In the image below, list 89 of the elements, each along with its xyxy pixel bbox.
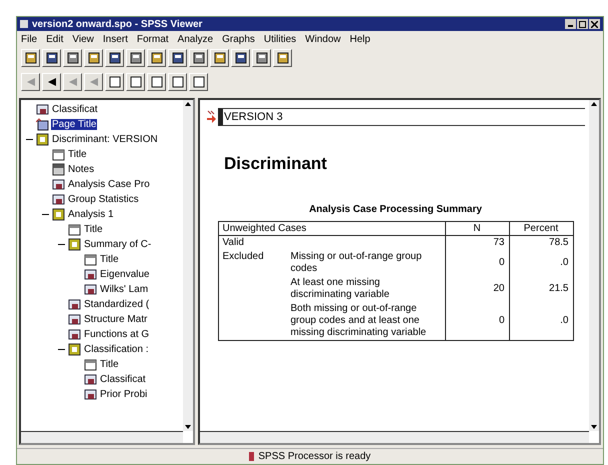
outline-item[interactable]: Wilks' Lam bbox=[99, 284, 150, 295]
row-header: Excluded bbox=[222, 251, 264, 262]
outline-item[interactable]: Prior Probi bbox=[99, 389, 148, 400]
menu-item[interactable]: View bbox=[72, 34, 94, 44]
table-cell: 73 bbox=[493, 237, 504, 248]
status-icon bbox=[249, 452, 254, 461]
table-icon bbox=[84, 283, 97, 296]
vertical-scrollbar[interactable] bbox=[589, 100, 599, 431]
scroll-up-icon[interactable] bbox=[590, 100, 598, 108]
table-icon bbox=[52, 178, 65, 191]
row-label: Both missing or out-of-range group codes and at least one missing discriminating variable bbox=[290, 303, 426, 338]
menu-item[interactable]: Graphs bbox=[222, 34, 255, 44]
table-icon bbox=[68, 313, 81, 326]
app-icon bbox=[20, 20, 28, 28]
menu-item[interactable]: Analyze bbox=[178, 34, 214, 44]
menu-item[interactable]: Insert bbox=[102, 34, 128, 44]
outline-item[interactable]: Title bbox=[99, 254, 120, 265]
menu-item[interactable]: Format bbox=[136, 34, 169, 44]
outline-item[interactable]: Classificat bbox=[51, 104, 99, 115]
table-icon bbox=[68, 298, 81, 311]
outline-item[interactable]: Summary of C- bbox=[83, 239, 152, 250]
arrow-icon bbox=[206, 110, 216, 124]
outline-item[interactable]: Functions at G bbox=[83, 329, 150, 340]
horizontal-scrollbar[interactable] bbox=[200, 431, 589, 443]
title-icon bbox=[52, 148, 65, 161]
outline-item[interactable]: Eigenvalue bbox=[99, 269, 150, 280]
horizontal-scrollbar[interactable] bbox=[21, 431, 183, 443]
menu-item[interactable]: Window bbox=[305, 34, 341, 44]
menu-item[interactable]: Help bbox=[350, 34, 370, 44]
outline-item[interactable]: Classificat bbox=[99, 374, 147, 385]
maximize-button[interactable] bbox=[577, 19, 588, 29]
table-cell: 0 bbox=[498, 315, 504, 326]
outline-item[interactable]: Page Title bbox=[51, 119, 98, 130]
column-header: N bbox=[445, 222, 509, 236]
outline-item[interactable]: Discriminant: VERSION bbox=[51, 134, 159, 145]
table-icon bbox=[84, 373, 97, 386]
row-label: Missing or out-of-range group codes bbox=[290, 251, 422, 274]
outline-item[interactable]: Title bbox=[83, 224, 104, 235]
status-text: SPSS Processor is ready bbox=[258, 451, 371, 462]
pivot-table[interactable] bbox=[218, 221, 574, 341]
table-icon bbox=[84, 268, 97, 281]
outline-item[interactable]: Structure Matr bbox=[83, 314, 148, 325]
row-header: Valid bbox=[222, 237, 244, 248]
page-icon bbox=[36, 118, 49, 131]
close-icon bbox=[591, 20, 598, 28]
notes-icon bbox=[52, 163, 65, 176]
maximize-icon bbox=[579, 20, 586, 28]
outline-item[interactable]: Classification : bbox=[83, 344, 150, 355]
table-cell: 78.5 bbox=[549, 237, 568, 248]
table-icon bbox=[36, 103, 49, 116]
book-icon bbox=[68, 238, 81, 251]
outline-item[interactable]: Notes bbox=[67, 164, 96, 175]
title-icon bbox=[68, 223, 81, 236]
output-title: VERSION 3 bbox=[223, 111, 283, 123]
scroll-up-icon[interactable] bbox=[184, 100, 192, 108]
scroll-down-icon[interactable] bbox=[590, 423, 598, 431]
minimize-button[interactable] bbox=[565, 19, 576, 29]
close-button[interactable] bbox=[589, 19, 600, 29]
table-icon bbox=[68, 328, 81, 341]
outline-item[interactable]: Title bbox=[67, 149, 88, 160]
vertical-scrollbar[interactable] bbox=[183, 100, 193, 431]
table-cell: .0 bbox=[560, 257, 568, 268]
outline-item[interactable]: Analysis 1 bbox=[67, 209, 115, 220]
book-icon bbox=[52, 208, 65, 221]
book-icon bbox=[68, 343, 81, 356]
outline-item[interactable]: Standardized ( bbox=[83, 299, 150, 310]
table-cell: 20 bbox=[493, 283, 504, 294]
scroll-down-icon[interactable] bbox=[184, 423, 192, 431]
table-cell: .0 bbox=[560, 315, 568, 326]
title-icon bbox=[84, 358, 97, 371]
title-text-box[interactable]: VERSION 3 bbox=[218, 108, 585, 126]
table-title: Analysis Case Processing Summary bbox=[308, 204, 483, 215]
table-icon bbox=[52, 193, 65, 206]
column-header: Unweighted Cases bbox=[218, 222, 445, 236]
outline-item[interactable]: Analysis Case Pro bbox=[67, 179, 151, 190]
book-icon bbox=[36, 133, 49, 146]
table-cell: 0 bbox=[498, 257, 504, 268]
menu-item[interactable]: Utilities bbox=[264, 34, 296, 44]
title-icon bbox=[84, 253, 97, 266]
table-icon bbox=[84, 388, 97, 401]
column-header: Percent bbox=[509, 222, 573, 236]
outline-item[interactable]: Group Statistics bbox=[67, 194, 140, 205]
outline-item[interactable]: Title bbox=[99, 359, 120, 370]
output-heading: Discriminant bbox=[224, 154, 328, 174]
window-title: version2 onward.spo - SPSS Viewer bbox=[32, 18, 204, 30]
menu-item[interactable]: Edit bbox=[46, 34, 64, 44]
row-label: At least one missing discriminating variable bbox=[290, 277, 390, 300]
menu-item[interactable]: File bbox=[21, 34, 38, 44]
table-cell: 21.5 bbox=[549, 283, 568, 294]
